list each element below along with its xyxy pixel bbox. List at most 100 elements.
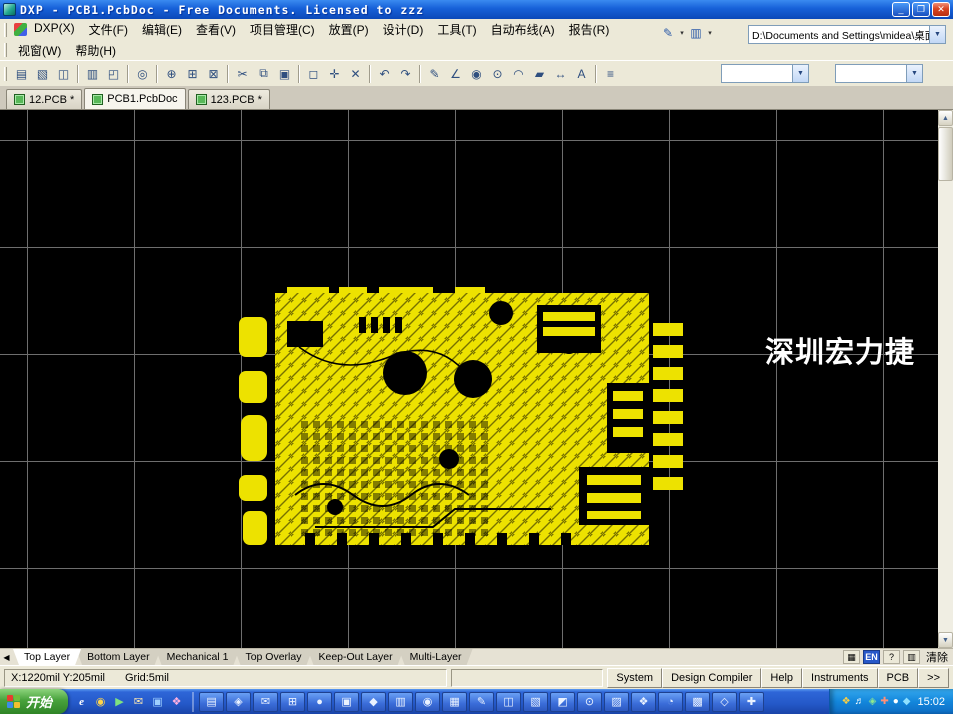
combo-dropdown-icon[interactable]: ▼: [929, 26, 945, 43]
help-button[interactable]: ?: [883, 650, 900, 664]
menu-item[interactable]: 设计(D): [376, 19, 431, 40]
panel-button[interactable]: PCB: [878, 668, 919, 688]
panel-button[interactable]: System: [607, 668, 662, 688]
tray-icon[interactable]: ◆: [903, 696, 911, 707]
panels-icon[interactable]: ▥: [903, 650, 920, 664]
vertical-scrollbar[interactable]: ▲ ▼: [938, 110, 953, 648]
menu-item[interactable]: 放置(P): [322, 19, 376, 40]
layer-tab[interactable]: Top Overlay: [234, 649, 312, 665]
taskbar-window-button[interactable]: ✚: [739, 692, 764, 712]
print-dropdown-icon[interactable]: ▾: [705, 24, 715, 42]
scroll-down-icon[interactable]: ▼: [938, 632, 953, 648]
quick-launch-icon[interactable]: ◉: [92, 693, 109, 710]
menu-item[interactable]: 视窗(W): [11, 40, 68, 61]
layer-tab[interactable]: Mechanical 1: [156, 649, 240, 665]
taskbar-window-button[interactable]: ▤: [199, 692, 224, 712]
taskbar-window-button[interactable]: ▨: [604, 692, 629, 712]
document-tab[interactable]: PCB1.PcbDoc: [84, 88, 185, 109]
taskbar-window-button[interactable]: ▧: [523, 692, 548, 712]
measure-icon[interactable]: ∠: [445, 64, 466, 84]
scroll-up-icon[interactable]: ▲: [938, 110, 953, 126]
taskbar-window-button[interactable]: ▦: [442, 692, 467, 712]
tray-icon[interactable]: ♬: [855, 696, 865, 707]
taskbar-window-button[interactable]: ◔: [658, 692, 683, 712]
place-fill-icon[interactable]: ▰: [529, 64, 550, 84]
taskbar-window-button[interactable]: ⊙: [577, 692, 602, 712]
toolbar-grip[interactable]: [4, 43, 7, 57]
menu-item[interactable]: DXP(X): [27, 19, 82, 40]
document-tab[interactable]: 12.PCB *: [6, 89, 82, 109]
taskbar-window-button[interactable]: ⊞: [280, 692, 305, 712]
combo-dropdown-icon[interactable]: ▼: [792, 65, 808, 82]
toolbar-grip[interactable]: [4, 23, 7, 37]
taskbar-window-button[interactable]: ▥: [388, 692, 413, 712]
zoom-window-icon[interactable]: ⊞: [182, 64, 203, 84]
undo-icon[interactable]: ↶: [374, 64, 395, 84]
close-button[interactable]: ✕: [932, 2, 950, 17]
menu-item[interactable]: 编辑(E): [135, 19, 189, 40]
zoom-all-icon[interactable]: ⊠: [203, 64, 224, 84]
select-area-icon[interactable]: ◻: [303, 64, 324, 84]
interactive-routing-icon[interactable]: ✎: [424, 64, 445, 84]
tray-icon[interactable]: ●: [893, 696, 899, 707]
taskbar-window-button[interactable]: ◈: [226, 692, 251, 712]
mask-clear-button[interactable]: 清除: [923, 649, 951, 665]
quick-launch-icon[interactable]: ▶: [111, 693, 128, 710]
cut-icon[interactable]: ✂: [232, 64, 253, 84]
taskbar-window-button[interactable]: ▣: [334, 692, 359, 712]
taskbar-window-button[interactable]: ◫: [496, 692, 521, 712]
paste-icon[interactable]: ▣: [274, 64, 295, 84]
taskbar-window-button[interactable]: ✎: [469, 692, 494, 712]
clear-selection-icon[interactable]: ✕: [345, 64, 366, 84]
taskbar-window-button[interactable]: ◉: [415, 692, 440, 712]
taskbar-window-button[interactable]: ●: [307, 692, 332, 712]
menu-item[interactable]: 帮助(H): [68, 40, 123, 61]
file-path-combo[interactable]: D:\Documents and Settings\midea\桌面 ▼: [748, 25, 946, 44]
save-icon[interactable]: ◫: [53, 64, 74, 84]
taskbar-window-button[interactable]: ✉: [253, 692, 278, 712]
panel-button[interactable]: Instruments: [802, 668, 877, 688]
menu-item[interactable]: 报告(R): [562, 19, 617, 40]
open-document-icon[interactable]: ▧: [32, 64, 53, 84]
tray-icon[interactable]: ◈: [869, 696, 877, 707]
place-via-icon[interactable]: ⊙: [487, 64, 508, 84]
place-text-icon[interactable]: A: [571, 64, 592, 84]
print-tool-icon[interactable]: ▥: [687, 24, 705, 42]
toolbar-grip[interactable]: [4, 67, 7, 81]
layer-tab[interactable]: Top Layer: [13, 649, 81, 665]
layer-scroll-left-icon[interactable]: ◀: [0, 649, 13, 665]
quick-launch-icon[interactable]: ❖: [168, 693, 185, 710]
language-indicator[interactable]: EN: [863, 650, 880, 664]
browser-icon[interactable]: ◎: [132, 64, 153, 84]
new-document-icon[interactable]: ▤: [11, 64, 32, 84]
toolbar-combo-2[interactable]: ▼: [835, 64, 923, 83]
redo-icon[interactable]: ↷: [395, 64, 416, 84]
scrollbar-thumb[interactable]: [938, 127, 953, 181]
start-button[interactable]: 开始: [0, 689, 68, 714]
layer-tab[interactable]: Bottom Layer: [76, 649, 160, 665]
panel-button[interactable]: Design Compiler: [662, 668, 761, 688]
maximize-button[interactable]: ❐: [912, 2, 930, 17]
tray-icon[interactable]: ❖: [842, 696, 851, 707]
wiring-tool-icon[interactable]: ✎: [659, 24, 677, 42]
menu-item[interactable]: 查看(V): [189, 19, 243, 40]
menu-item[interactable]: 自动布线(A): [484, 19, 562, 40]
minimize-button[interactable]: _: [892, 2, 910, 17]
taskbar-window-button[interactable]: ❖: [631, 692, 656, 712]
print-icon[interactable]: ▥: [82, 64, 103, 84]
move-icon[interactable]: ✛: [324, 64, 345, 84]
print-preview-icon[interactable]: ◰: [103, 64, 124, 84]
menu-item[interactable]: 项目管理(C): [243, 19, 322, 40]
wiring-dropdown-icon[interactable]: ▾: [677, 24, 687, 42]
quick-launch-icon[interactable]: ▣: [149, 693, 166, 710]
toolbar-combo-1[interactable]: ▼: [721, 64, 809, 83]
taskbar-window-button[interactable]: ◆: [361, 692, 386, 712]
place-pad-icon[interactable]: ◉: [466, 64, 487, 84]
combo-dropdown-icon[interactable]: ▼: [906, 65, 922, 82]
tray-icon[interactable]: ✚: [880, 696, 888, 707]
taskbar-window-button[interactable]: ▩: [685, 692, 710, 712]
menu-item[interactable]: 工具(T): [430, 19, 483, 40]
quick-launch-icon[interactable]: e: [73, 693, 90, 710]
place-arc-icon[interactable]: ◠: [508, 64, 529, 84]
panel-button[interactable]: Help: [761, 668, 802, 688]
